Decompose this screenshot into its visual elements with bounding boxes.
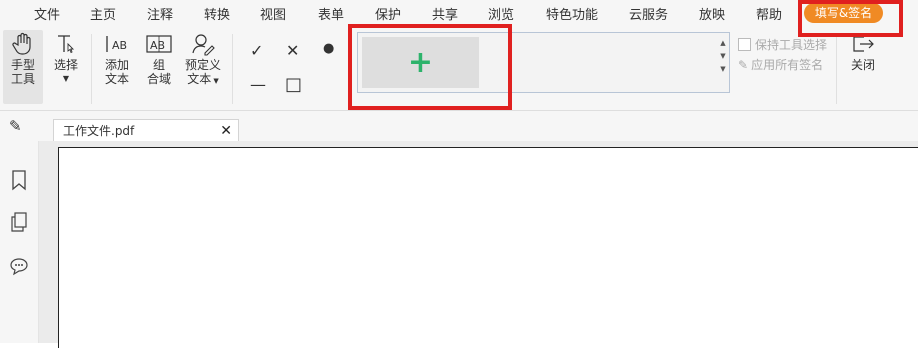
checkbox-icon[interactable] — [738, 38, 751, 51]
menu-convert[interactable]: 转换 — [204, 4, 230, 23]
menu-view[interactable]: 视图 — [260, 4, 286, 23]
document-workarea — [39, 141, 918, 348]
preset-text-button[interactable]: 预定义 文本 ▼ — [182, 30, 224, 88]
menu-help[interactable]: 帮助 — [756, 4, 782, 23]
menu-annotate[interactable]: 注释 — [147, 4, 173, 23]
scroll-down-icon[interactable]: ▼ — [719, 50, 727, 63]
keep-tool-checkbox[interactable]: 保持工具选择 — [738, 36, 827, 53]
add-text-icon: AB — [100, 30, 134, 58]
document-tab-title: 工作文件.pdf — [63, 124, 135, 138]
hand-icon — [3, 30, 43, 58]
line-mark-icon[interactable]: — — [250, 75, 266, 94]
svg-text:AB: AB — [112, 39, 127, 52]
combo-field-icon: AB — [142, 30, 176, 58]
scroll-up-icon[interactable]: ▲ — [719, 37, 727, 50]
select-tool-label: 选择 — [53, 58, 78, 72]
pen-icon: ✎ — [738, 58, 749, 72]
bookmark-icon[interactable] — [10, 169, 28, 195]
comments-icon[interactable] — [9, 256, 29, 280]
menu-browse[interactable]: 浏览 — [488, 4, 514, 23]
highlight-frame-menu — [798, 0, 903, 37]
add-text-button[interactable]: AB 添加 文本 — [100, 30, 134, 86]
hand-tool-button[interactable]: 手型 工具 — [3, 30, 43, 104]
menu-file[interactable]: 文件 — [34, 4, 60, 23]
combo-field-label-2: 合域 — [146, 72, 171, 86]
menu-share[interactable]: 共享 — [432, 4, 458, 23]
toolbar-separator — [836, 34, 837, 104]
side-panel — [0, 141, 39, 343]
toolbar-separator — [91, 34, 92, 104]
hand-tool-label-1: 手型 — [10, 58, 35, 72]
document-tab[interactable]: 工作文件.pdf ✕ — [53, 119, 239, 141]
preset-dropdown-icon[interactable]: ▼ — [211, 77, 218, 85]
person-pen-icon — [182, 30, 224, 58]
dot-mark-icon[interactable]: ● — [323, 41, 334, 56]
preset-text-label-2: 文本 ▼ — [187, 72, 219, 86]
check-mark-icon[interactable]: ✓ — [250, 41, 263, 60]
add-text-label-2: 文本 — [104, 72, 129, 86]
select-tool-button[interactable]: 选择 ▼ — [50, 30, 82, 86]
hand-tool-label-2: 工具 — [10, 72, 35, 86]
eraser-icon[interactable]: ✎ — [9, 117, 22, 135]
menu-home[interactable]: 主页 — [90, 4, 116, 23]
pages-icon[interactable] — [10, 211, 28, 237]
menu-slideshow[interactable]: 放映 — [699, 4, 725, 23]
svg-text:AB: AB — [150, 39, 165, 52]
select-dropdown-arrow-icon[interactable]: ▼ — [50, 72, 82, 86]
close-label: 关闭 — [850, 58, 875, 72]
apply-all-signatures-button[interactable]: ✎ 应用所有签名 — [738, 56, 823, 73]
document-tab-bar: ✎ 工作文件.pdf ✕ — [0, 111, 918, 141]
text-cursor-icon — [50, 30, 82, 58]
menu-cloud[interactable]: 云服务 — [629, 4, 668, 23]
toolbar-separator — [232, 34, 233, 104]
add-text-label-1: 添加 — [104, 58, 129, 72]
apply-all-label: 应用所有签名 — [751, 58, 824, 72]
menu-form[interactable]: 表单 — [318, 4, 344, 23]
highlight-frame-signature — [348, 24, 512, 110]
preset-text-label-1: 预定义 — [184, 58, 221, 72]
close-tab-icon[interactable]: ✕ — [220, 120, 232, 142]
pdf-page[interactable] — [58, 147, 918, 348]
keep-tool-label: 保持工具选择 — [755, 38, 828, 52]
menu-bar: 文件 主页 注释 转换 视图 表单 保护 共享 浏览 特色功能 云服务 放映 帮… — [0, 0, 918, 26]
combo-field-button[interactable]: AB 组 合域 — [142, 30, 176, 86]
menu-protect[interactable]: 保护 — [375, 4, 401, 23]
square-mark-icon[interactable]: □ — [285, 74, 302, 95]
menu-features[interactable]: 特色功能 — [546, 4, 598, 23]
expand-gallery-icon[interactable]: ▼ — [719, 63, 727, 76]
combo-field-label-1: 组 — [152, 58, 165, 72]
cross-mark-icon[interactable]: ✕ — [286, 41, 299, 60]
gallery-scroll-arrows[interactable]: ▲ ▼ ▼ — [719, 37, 727, 89]
